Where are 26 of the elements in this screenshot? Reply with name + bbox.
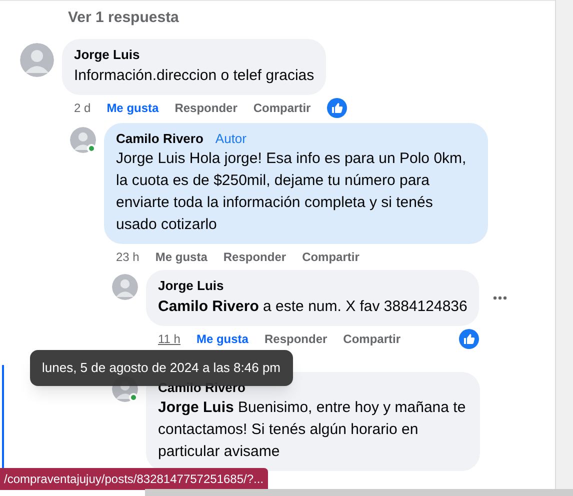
more-icon[interactable] bbox=[493, 296, 508, 300]
view-replies-link[interactable]: Ver 1 respuesta bbox=[68, 7, 179, 31]
comment-action[interactable]: Me gusta bbox=[196, 330, 248, 348]
thumbs-up-icon[interactable] bbox=[326, 98, 347, 118]
comment-text: Camilo Rivero a este num. X fav 3884124836 bbox=[158, 296, 468, 316]
comment-time[interactable]: 23 h bbox=[116, 248, 140, 266]
author-name[interactable]: Jorge Luis bbox=[158, 276, 224, 296]
comment-action[interactable]: Me gusta bbox=[155, 248, 208, 266]
comment-action[interactable]: Responder bbox=[223, 248, 286, 266]
author-name[interactable]: Camilo Rivero bbox=[116, 128, 204, 148]
thumbs-up-icon[interactable] bbox=[459, 328, 480, 348]
comment-action[interactable]: Compartir bbox=[343, 330, 401, 348]
comment-text: Jorge Luis Buenisimo, entre hoy y mañana te contactamos! Si tenés algún horario en particular avisame bbox=[158, 398, 467, 462]
tooltip: lunes, 5 de agosto de 2024 a las 8:46 pm bbox=[30, 350, 293, 386]
comment-time[interactable]: 2 d bbox=[74, 98, 91, 116]
comment-action[interactable]: Responder bbox=[174, 98, 238, 116]
author-label: Autor bbox=[215, 130, 246, 148]
status-url: /compraventajujuy/posts/8328147757251685/?... bbox=[0, 468, 268, 490]
comment-text: Información.direccion o telef gracias bbox=[74, 66, 314, 86]
comment-time[interactable]: 11 h bbox=[158, 330, 180, 348]
comment-action[interactable]: Compartir bbox=[253, 98, 311, 116]
author-name[interactable]: Jorge Luis bbox=[74, 45, 140, 64]
comment-action[interactable]: Compartir bbox=[302, 248, 360, 266]
comment-action[interactable]: Me gusta bbox=[106, 98, 159, 116]
comment-text: Jorge Luis Hola jorge! Esa info es para un Polo 0km, la cuota es de $250mil, dejame tu número para enviarte toda la información completa y si tenés usado cotizarlo bbox=[116, 149, 468, 235]
comment-action[interactable]: Responder bbox=[264, 330, 328, 348]
